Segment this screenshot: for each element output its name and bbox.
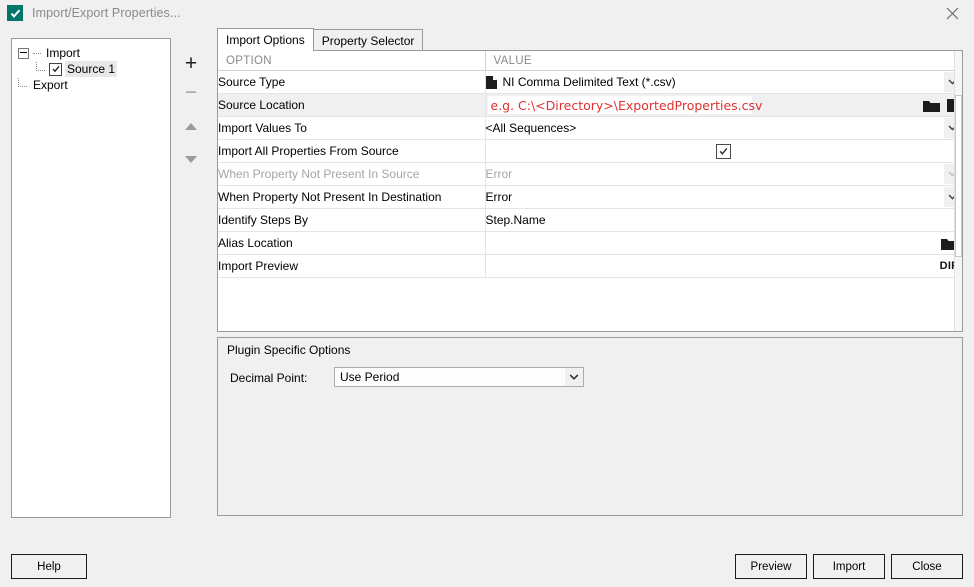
table-row[interactable]: Alias Location	[218, 231, 962, 255]
value-import-all-properties[interactable]	[485, 139, 962, 163]
source-location-actions	[923, 94, 958, 116]
table-row[interactable]: Import Values To <All Sequences>	[218, 116, 962, 140]
triangle-up-icon	[185, 122, 197, 130]
import-all-properties-checkbox[interactable]	[716, 143, 732, 159]
value-import-values-to[interactable]: <All Sequences>	[485, 116, 962, 140]
tree-node-export[interactable]: Export	[18, 77, 166, 93]
scrollbar-thumb[interactable]	[955, 95, 962, 257]
table-header-row: OPTION VALUE	[218, 51, 962, 71]
option-label-source-location: Source Location	[218, 93, 486, 117]
value-alias-location[interactable]	[485, 231, 962, 255]
remove-button[interactable]: −	[176, 79, 206, 105]
value-text: NI Comma Delimited Text (*.csv)	[502, 75, 676, 89]
tree-root: Import Source 1 Export	[12, 39, 170, 93]
option-label-identify-steps-by: Identify Steps By	[218, 208, 486, 232]
chevron-down-icon[interactable]	[565, 368, 583, 386]
tree-node-source-1[interactable]: Source 1	[18, 61, 166, 77]
move-down-button[interactable]	[176, 146, 206, 172]
decimal-point-label: Decimal Point:	[230, 371, 308, 385]
close-button[interactable]: Close	[891, 554, 963, 579]
browse-folder-icon[interactable]	[923, 99, 940, 112]
column-header-value: VALUE	[485, 51, 962, 71]
add-button[interactable]: +	[176, 50, 206, 76]
tree-connector	[33, 52, 41, 54]
value-text: Error	[485, 190, 513, 204]
value-not-present-in-destination[interactable]: Error	[485, 185, 962, 209]
table-row[interactable]: Import Preview DIF	[218, 254, 962, 278]
value-source-type[interactable]: NI Comma Delimited Text (*.csv)	[485, 70, 962, 94]
option-label-import-preview: Import Preview	[218, 254, 486, 278]
tree-toolbar: + −	[176, 50, 206, 172]
value-text: Step.Name	[485, 213, 546, 227]
table-row[interactable]: Identify Steps By Step.Name	[218, 208, 962, 232]
move-up-button[interactable]	[176, 113, 206, 139]
csv-file-icon	[485, 75, 497, 89]
window-title: Import/Export Properties...	[32, 6, 181, 20]
option-label-import-values-to: Import Values To	[218, 116, 486, 140]
tree-node-label: Import	[46, 46, 81, 60]
decimal-point-select[interactable]: Use Period	[334, 367, 584, 387]
option-label-not-present-in-destination: When Property Not Present In Destination	[218, 185, 486, 209]
plugin-specific-options-panel: Plugin Specific Options Decimal Point: U…	[217, 337, 963, 516]
value-identify-steps-by[interactable]: Step.Name	[485, 208, 962, 232]
footer-button-row: Preview Import Close	[735, 554, 963, 579]
import-button[interactable]: Import	[813, 554, 885, 579]
preview-button[interactable]: Preview	[735, 554, 807, 579]
tree-connector	[36, 61, 45, 71]
checkmark-icon	[7, 5, 23, 21]
close-icon[interactable]	[930, 0, 974, 26]
collapse-expander-icon[interactable]	[18, 47, 29, 59]
table-row[interactable]: Source Type NI Comma Delimited Text (*.c…	[218, 70, 962, 94]
window-titlebar: Import/Export Properties...	[0, 0, 974, 26]
table-row: When Property Not Present In Source Erro…	[218, 162, 962, 186]
option-label-source-type: Source Type	[218, 70, 486, 94]
options-table: OPTION VALUE Source Type NI Comma Delimi…	[218, 51, 962, 278]
tree-node-import[interactable]: Import	[18, 45, 166, 61]
tab-property-selector[interactable]: Property Selector	[312, 29, 424, 51]
table-row[interactable]: Source Location e.g. C:\<Directory>\Expo…	[218, 93, 962, 117]
option-label-not-present-in-source: When Property Not Present In Source	[218, 162, 486, 186]
decimal-point-value: Use Period	[340, 370, 400, 384]
source-location-input[interactable]: e.g. C:\<Directory>\ExportedProperties.c…	[487, 96, 762, 114]
tree-connector	[18, 77, 27, 87]
value-source-location[interactable]: e.g. C:\<Directory>\ExportedProperties.c…	[485, 93, 962, 117]
tree-node-label: Source 1	[65, 61, 118, 77]
column-header-option: OPTION	[218, 51, 486, 71]
tab-bar: Import Options Property Selector	[217, 28, 424, 51]
table-row[interactable]: Import All Properties From Source	[218, 139, 962, 163]
value-text: <All Sequences>	[485, 121, 577, 135]
value-import-preview[interactable]: DIF	[485, 254, 962, 278]
plugin-options-title: Plugin Specific Options	[227, 343, 351, 357]
value-not-present-in-source: Error	[485, 162, 962, 186]
option-label-alias-location: Alias Location	[218, 231, 486, 255]
tree-node-label: Export	[33, 78, 68, 92]
table-row[interactable]: When Property Not Present In Destination…	[218, 185, 962, 209]
import-options-panel: OPTION VALUE Source Type NI Comma Delimi…	[217, 50, 963, 332]
source-checkbox[interactable]	[49, 62, 62, 76]
source-tree-panel[interactable]: Import Source 1 Export	[11, 38, 171, 518]
help-button[interactable]: Help	[11, 554, 87, 579]
tab-import-options[interactable]: Import Options	[217, 28, 314, 51]
triangle-down-icon	[185, 155, 197, 163]
value-text: Error	[485, 167, 513, 181]
options-scrollbar[interactable]	[954, 51, 962, 331]
option-label-import-all-properties: Import All Properties From Source	[218, 139, 486, 163]
